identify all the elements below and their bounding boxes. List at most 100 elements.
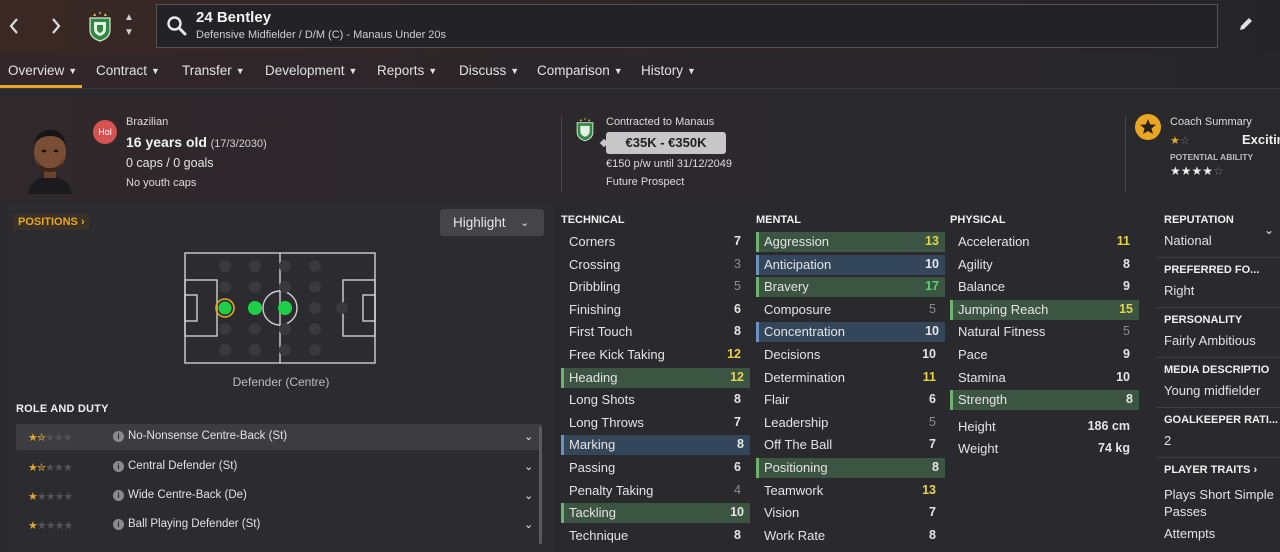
role-row[interactable]: ★★★★★ i Ball Playing Defender (St) ⌄ <box>16 512 542 538</box>
attribute-row[interactable]: Crossing 3 <box>561 255 747 275</box>
tab-label: Overview <box>8 63 65 78</box>
tab-transfer[interactable]: Transfer ▼ <box>182 63 245 78</box>
highlight-label: Highlight <box>453 215 506 230</box>
attribute-row[interactable]: Marking 8 <box>561 435 750 456</box>
tab-contract[interactable]: Contract ▼ <box>96 63 160 78</box>
goalkeeper-rating-header: GOALKEEPER RATI... <box>1164 414 1279 426</box>
attribute-row[interactable]: Leadership 5 <box>756 413 942 433</box>
chevron-down-icon: ▼ <box>687 66 696 76</box>
attribute-name: Passing <box>569 460 616 475</box>
tab-reports[interactable]: Reports ▼ <box>377 63 437 78</box>
value-range-badge[interactable]: €35K - €350K <box>599 132 726 154</box>
edit-pencil-icon[interactable] <box>1236 14 1256 34</box>
attribute-row[interactable]: Aggression 13 <box>756 232 945 252</box>
attribute-row[interactable]: Passing 6 <box>561 458 747 478</box>
chevron-up-icon[interactable]: ▲ <box>124 12 134 24</box>
attribute-row[interactable]: Agility 8 <box>950 255 1136 275</box>
tab-discuss[interactable]: Discuss ▼ <box>459 63 519 78</box>
tab-history[interactable]: History ▼ <box>641 63 696 78</box>
attribute-row[interactable]: Acceleration 11 <box>950 232 1136 252</box>
position-pitch[interactable] <box>184 252 376 364</box>
player-traits-header[interactable]: PLAYER TRAITS › <box>1164 464 1257 476</box>
attribute-row[interactable]: Dribbling 5 <box>561 277 747 297</box>
back-arrow-icon[interactable] <box>0 6 28 46</box>
role-name: Wide Centre-Back (De) <box>128 489 247 501</box>
trait-item: Attempts <box>1164 526 1216 541</box>
avatar[interactable] <box>20 122 80 194</box>
attribute-name: First Touch <box>569 324 633 340</box>
chevron-down-icon[interactable]: ⌄ <box>524 518 533 531</box>
positions-panel: POSITIONS › Highlight ⌄ Defender (Centre… <box>8 204 554 552</box>
attribute-value: 8 <box>734 324 741 339</box>
attribute-row[interactable]: Corners 7 <box>561 232 747 252</box>
coach-star-icon[interactable] <box>1135 114 1161 140</box>
chevron-down-icon: ⌄ <box>520 217 530 229</box>
height-row: Height 186 cm <box>950 417 1136 437</box>
search-icon[interactable] <box>165 14 189 38</box>
attribute-row[interactable]: Tackling 10 <box>561 503 750 524</box>
tab-comparison[interactable]: Comparison ▼ <box>537 63 623 78</box>
attribute-row[interactable]: Strength 8 <box>950 390 1139 411</box>
attribute-name: Balance <box>958 279 1005 295</box>
role-row[interactable]: ★✮★★★ i Central Defender (St) ⌄ <box>16 454 542 480</box>
date-of-birth: (17/3/2030) <box>210 138 267 150</box>
tab-development[interactable]: Development ▼ <box>265 63 357 78</box>
attribute-name: Agility <box>958 256 993 272</box>
attribute-row[interactable]: Bravery 17 <box>756 277 945 298</box>
attribute-row[interactable]: Stamina 10 <box>950 368 1136 388</box>
attribute-row[interactable]: Penalty Taking 4 <box>561 481 747 501</box>
attribute-row[interactable]: Teamwork 13 <box>756 481 942 501</box>
attribute-row[interactable]: Concentration 10 <box>756 322 945 343</box>
chevron-down-icon[interactable]: ⌄ <box>1264 223 1274 237</box>
goalkeeper-rating-value: 2 <box>1164 433 1172 448</box>
club-badge-icon[interactable] <box>86 10 114 42</box>
positions-header[interactable]: POSITIONS › <box>14 214 89 230</box>
attribute-row[interactable]: Technique 8 <box>561 526 747 546</box>
attribute-name: Off The Ball <box>764 437 833 453</box>
info-icon[interactable]: i <box>113 490 124 501</box>
attribute-row[interactable]: Pace 9 <box>950 345 1136 365</box>
attribute-row[interactable]: Off The Ball 7 <box>756 435 942 455</box>
info-icon[interactable]: i <box>113 461 124 472</box>
chevron-down-icon[interactable]: ⌄ <box>524 430 533 443</box>
info-icon[interactable]: i <box>113 519 124 530</box>
highlight-dropdown[interactable]: Highlight ⌄ <box>440 209 544 236</box>
chevron-down-icon[interactable]: ⌄ <box>524 460 533 473</box>
chevron-down-icon[interactable]: ▼ <box>124 27 134 39</box>
attribute-row[interactable]: First Touch 8 <box>561 322 747 342</box>
role-row[interactable]: ★★★★★ i Wide Centre-Back (De) ⌄ <box>16 483 542 509</box>
forward-arrow-icon[interactable] <box>42 6 70 46</box>
attribute-row[interactable]: Work Rate 8 <box>756 526 942 546</box>
nationality-flag-badge[interactable]: Hol <box>93 120 117 144</box>
player-search-box[interactable]: 24 Bentley Defensive Midfielder / D/M (C… <box>156 4 1218 48</box>
attribute-row[interactable]: Balance 9 <box>950 277 1136 297</box>
chevron-down-icon[interactable]: ⌄ <box>524 489 533 502</box>
attribute-row[interactable]: Long Shots 8 <box>561 390 747 410</box>
roles-scrollbar[interactable] <box>539 426 542 544</box>
attribute-value: 7 <box>734 414 741 429</box>
attribute-row[interactable]: Free Kick Taking 12 <box>561 345 747 365</box>
club-badge-icon[interactable] <box>574 116 596 142</box>
attribute-row[interactable]: Composure 5 <box>756 300 942 320</box>
attribute-row[interactable]: Flair 6 <box>756 390 942 410</box>
attribute-row[interactable]: Finishing 6 <box>561 300 747 320</box>
attribute-row[interactable]: Determination 11 <box>756 368 942 388</box>
info-icon[interactable]: i <box>113 431 124 442</box>
attribute-name: Technique <box>569 527 629 543</box>
tab-label: Development <box>265 63 345 78</box>
attribute-row[interactable]: Heading 12 <box>561 367 750 388</box>
attribute-row[interactable]: Decisions 10 <box>756 345 942 365</box>
attribute-value: 8 <box>1126 392 1133 407</box>
attribute-row[interactable]: Vision 7 <box>756 503 942 523</box>
personality-header: PERSONALITY <box>1164 314 1243 326</box>
attribute-value: 8 <box>734 392 741 407</box>
attribute-row[interactable]: Jumping Reach 15 <box>950 299 1139 320</box>
attribute-row[interactable]: Natural Fitness 5 <box>950 322 1136 342</box>
attribute-row[interactable]: Positioning 8 <box>756 458 945 478</box>
role-row[interactable]: ★✮★★★ i No-Nonsense Centre-Back (St) ⌄ <box>16 424 542 450</box>
attribute-value: 11 <box>1116 234 1130 248</box>
attribute-row[interactable]: Anticipation 10 <box>756 254 945 275</box>
tab-overview[interactable]: Overview ▼ <box>8 63 77 78</box>
attribute-row[interactable]: Long Throws 7 <box>561 413 747 433</box>
active-tab-indicator <box>0 85 82 88</box>
